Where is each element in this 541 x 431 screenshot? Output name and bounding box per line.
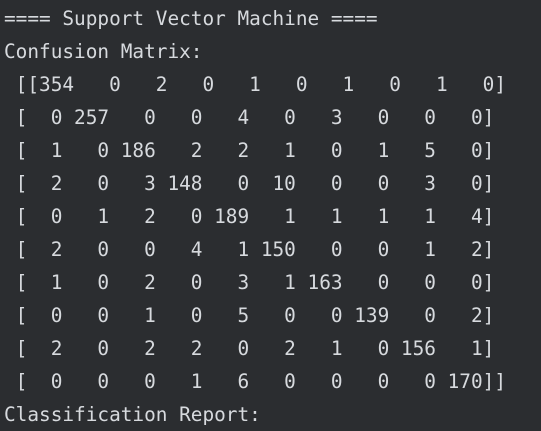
matrix-row: [ 2 0 0 4 1 150 0 0 1 2] <box>4 238 495 261</box>
matrix-row: [ 0 0 0 1 6 0 0 0 0 170]] <box>4 370 506 393</box>
confusion-matrix-label: Confusion Matrix: <box>4 40 203 63</box>
matrix-row: [ 0 257 0 0 4 0 3 0 0 0] <box>4 106 495 129</box>
matrix-row: [ 0 1 2 0 189 1 1 1 1 4] <box>4 205 495 228</box>
classification-report-label: Classification Report: <box>4 403 261 426</box>
matrix-row: [ 1 0 2 0 3 1 163 0 0 0] <box>4 271 495 294</box>
matrix-row: [ 1 0 186 2 2 1 0 1 5 0] <box>4 139 495 162</box>
console-output: ==== Support Vector Machine ==== Confusi… <box>0 0 541 430</box>
matrix-row: [ 0 0 1 0 5 0 0 139 0 2] <box>4 304 495 327</box>
section-header: ==== Support Vector Machine ==== <box>4 7 378 30</box>
matrix-row: [ 2 0 2 2 0 2 1 0 156 1] <box>4 337 495 360</box>
matrix-row: [ 2 0 3 148 0 10 0 0 3 0] <box>4 172 495 195</box>
matrix-row: [[354 0 2 0 1 0 1 0 1 0] <box>4 73 506 96</box>
